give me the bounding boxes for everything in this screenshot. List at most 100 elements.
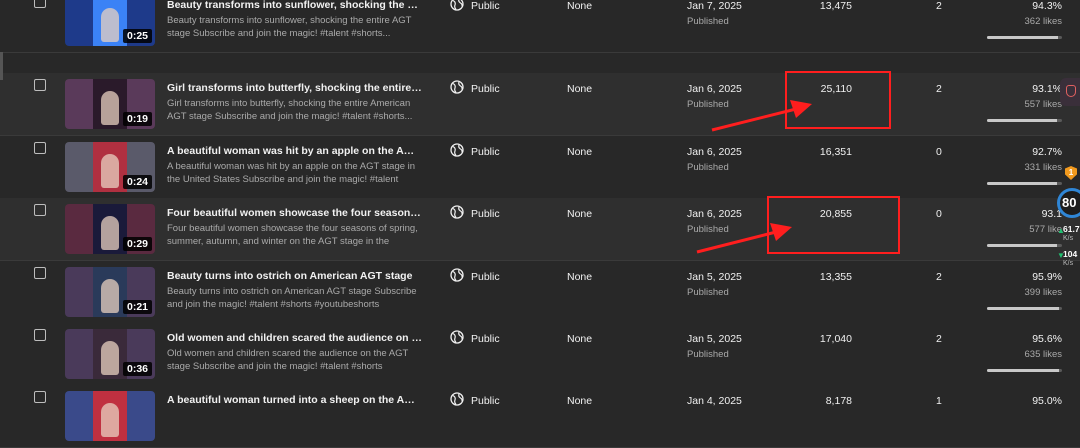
likes-ratio-bar bbox=[987, 119, 1062, 122]
visibility-value[interactable]: Public bbox=[471, 146, 500, 158]
restrictions-value: None bbox=[567, 83, 593, 95]
row-checkbox[interactable] bbox=[34, 391, 46, 403]
visibility-value[interactable]: Public bbox=[471, 271, 500, 283]
publish-status: Published bbox=[687, 349, 729, 360]
restrictions-value: None bbox=[567, 333, 593, 345]
upload-date: Jan 7, 2025 bbox=[687, 0, 742, 12]
row-checkbox[interactable] bbox=[34, 204, 46, 216]
publish-status: Published bbox=[687, 162, 729, 173]
thumbnail-image bbox=[93, 79, 127, 129]
likes-ratio-bar bbox=[987, 244, 1062, 247]
likes-count: 635 likes bbox=[1024, 349, 1063, 360]
download-unit: K/s bbox=[1063, 260, 1074, 267]
comments-count: 2 bbox=[936, 83, 942, 95]
cup-icon bbox=[1066, 85, 1076, 97]
thumbnail-image bbox=[93, 329, 127, 379]
video-description: Beauty turns into ostrich on American AG… bbox=[167, 286, 417, 310]
views-count: 13,355 bbox=[819, 271, 852, 283]
views-count: 17,040 bbox=[819, 333, 852, 345]
video-thumbnail[interactable]: 0:21 bbox=[65, 267, 155, 317]
comments-count: 0 bbox=[936, 208, 942, 220]
views-count: 13,475 bbox=[819, 0, 852, 12]
globe-icon bbox=[450, 0, 464, 11]
table-row[interactable]: 0:25 Beauty transforms into sunflower, s… bbox=[0, 0, 1080, 53]
row-checkbox[interactable] bbox=[34, 329, 46, 341]
video-duration: 0:24 bbox=[122, 175, 152, 189]
thumbnail-figure bbox=[101, 8, 119, 42]
video-thumbnail[interactable]: 0:19 bbox=[65, 79, 155, 129]
globe-icon bbox=[450, 80, 464, 94]
upload-value: 61.7 bbox=[1063, 224, 1080, 234]
video-duration: 0:19 bbox=[122, 112, 152, 126]
thumbnail-image bbox=[93, 267, 127, 317]
video-title[interactable]: Four beautiful women showcase the four s… bbox=[167, 207, 422, 219]
visibility-value[interactable]: Public bbox=[471, 83, 500, 95]
thumbnail-figure bbox=[101, 91, 119, 125]
table-row[interactable]: 0:36 Old women and children scared the a… bbox=[0, 323, 1080, 386]
side-tab-button[interactable] bbox=[1060, 78, 1080, 106]
thumbnail-image bbox=[93, 0, 127, 46]
restrictions-value: None bbox=[567, 395, 593, 407]
likes-count: 362 likes bbox=[1024, 16, 1063, 27]
video-title[interactable]: A beautiful woman turned into a sheep on… bbox=[167, 394, 422, 406]
likes-ratio-fill bbox=[987, 182, 1057, 185]
highlight-box-views-1 bbox=[785, 71, 891, 129]
upload-date: Jan 5, 2025 bbox=[687, 333, 742, 345]
row-checkbox[interactable] bbox=[34, 267, 46, 279]
table-row[interactable]: 0:29 Four beautiful women showcase the f… bbox=[0, 198, 1080, 261]
likes-ratio-bar bbox=[987, 182, 1062, 185]
up-arrow-icon: ▲ bbox=[1057, 226, 1065, 235]
video-duration: 0:36 bbox=[122, 362, 152, 376]
likes-ratio-bar bbox=[987, 36, 1062, 39]
visibility-value[interactable]: Public bbox=[471, 208, 500, 220]
thumbnail-image bbox=[93, 391, 127, 441]
table-row[interactable]: 0:24 A beautiful woman was hit by an app… bbox=[0, 136, 1080, 199]
video-thumbnail[interactable]: 0:29 bbox=[65, 204, 155, 254]
visibility-value[interactable]: Public bbox=[471, 0, 500, 12]
likes-ratio-fill bbox=[987, 119, 1057, 122]
restrictions-value: None bbox=[567, 271, 593, 283]
publish-status: Published bbox=[687, 287, 729, 298]
views-count: 8,178 bbox=[825, 395, 852, 407]
likes-ratio-fill bbox=[987, 369, 1059, 372]
row-checkbox[interactable] bbox=[34, 0, 46, 8]
visibility-value[interactable]: Public bbox=[471, 395, 500, 407]
thumbnail-figure bbox=[101, 154, 119, 188]
comments-count: 0 bbox=[936, 146, 942, 158]
video-thumbnail[interactable]: 0:24 bbox=[65, 142, 155, 192]
video-duration: 0:25 bbox=[122, 29, 152, 43]
video-title[interactable]: A beautiful woman was hit by an apple on… bbox=[167, 145, 422, 157]
upload-date: Jan 4, 2025 bbox=[687, 395, 742, 407]
likes-percent: 95.0% bbox=[1032, 395, 1062, 407]
video-thumbnail[interactable]: 0:36 bbox=[65, 329, 155, 379]
video-description: Beauty transforms into sunflower, shocki… bbox=[167, 15, 412, 39]
table-row[interactable]: 0:21 Beauty turns into ostrich on Americ… bbox=[0, 261, 1080, 324]
network-speed-widget[interactable]: 1 80 ▲ 61.7 K/s ▼ 104 K/s bbox=[1053, 160, 1080, 280]
video-thumbnail[interactable]: 0:25 bbox=[65, 0, 155, 46]
video-description: Four beautiful women showcase the four s… bbox=[167, 223, 418, 247]
upload-date: Jan 6, 2025 bbox=[687, 208, 742, 220]
video-title[interactable]: Girl transforms into butterfly, shocking… bbox=[167, 82, 422, 94]
publish-status: Published bbox=[687, 16, 729, 27]
table-row[interactable]: A beautiful woman turned into a sheep on… bbox=[0, 385, 1080, 448]
publish-status: Published bbox=[687, 224, 729, 235]
upload-date: Jan 6, 2025 bbox=[687, 83, 742, 95]
row-checkbox[interactable] bbox=[34, 142, 46, 154]
video-title[interactable]: Beauty turns into ostrich on American AG… bbox=[167, 270, 422, 282]
likes-ratio-fill bbox=[987, 36, 1058, 39]
likes-percent: 92.7% bbox=[1032, 146, 1062, 158]
likes-ratio-fill bbox=[987, 244, 1057, 247]
restrictions-value: None bbox=[567, 208, 593, 220]
video-title[interactable]: Beauty transforms into sunflower, shocki… bbox=[167, 0, 422, 11]
shield-icon: 1 bbox=[1065, 166, 1077, 180]
visibility-value[interactable]: Public bbox=[471, 333, 500, 345]
video-thumbnail[interactable] bbox=[65, 391, 155, 441]
scroll-edge-marker bbox=[0, 52, 3, 80]
video-description: A beautiful woman was hit by an apple on… bbox=[167, 161, 416, 185]
row-checkbox[interactable] bbox=[34, 79, 46, 91]
table-row[interactable]: 0:19 Girl transforms into butterfly, sho… bbox=[0, 73, 1080, 136]
upload-unit: K/s bbox=[1063, 235, 1074, 242]
upload-date: Jan 5, 2025 bbox=[687, 271, 742, 283]
video-title[interactable]: Old women and children scared the audien… bbox=[167, 332, 422, 344]
comments-count: 2 bbox=[936, 333, 942, 345]
